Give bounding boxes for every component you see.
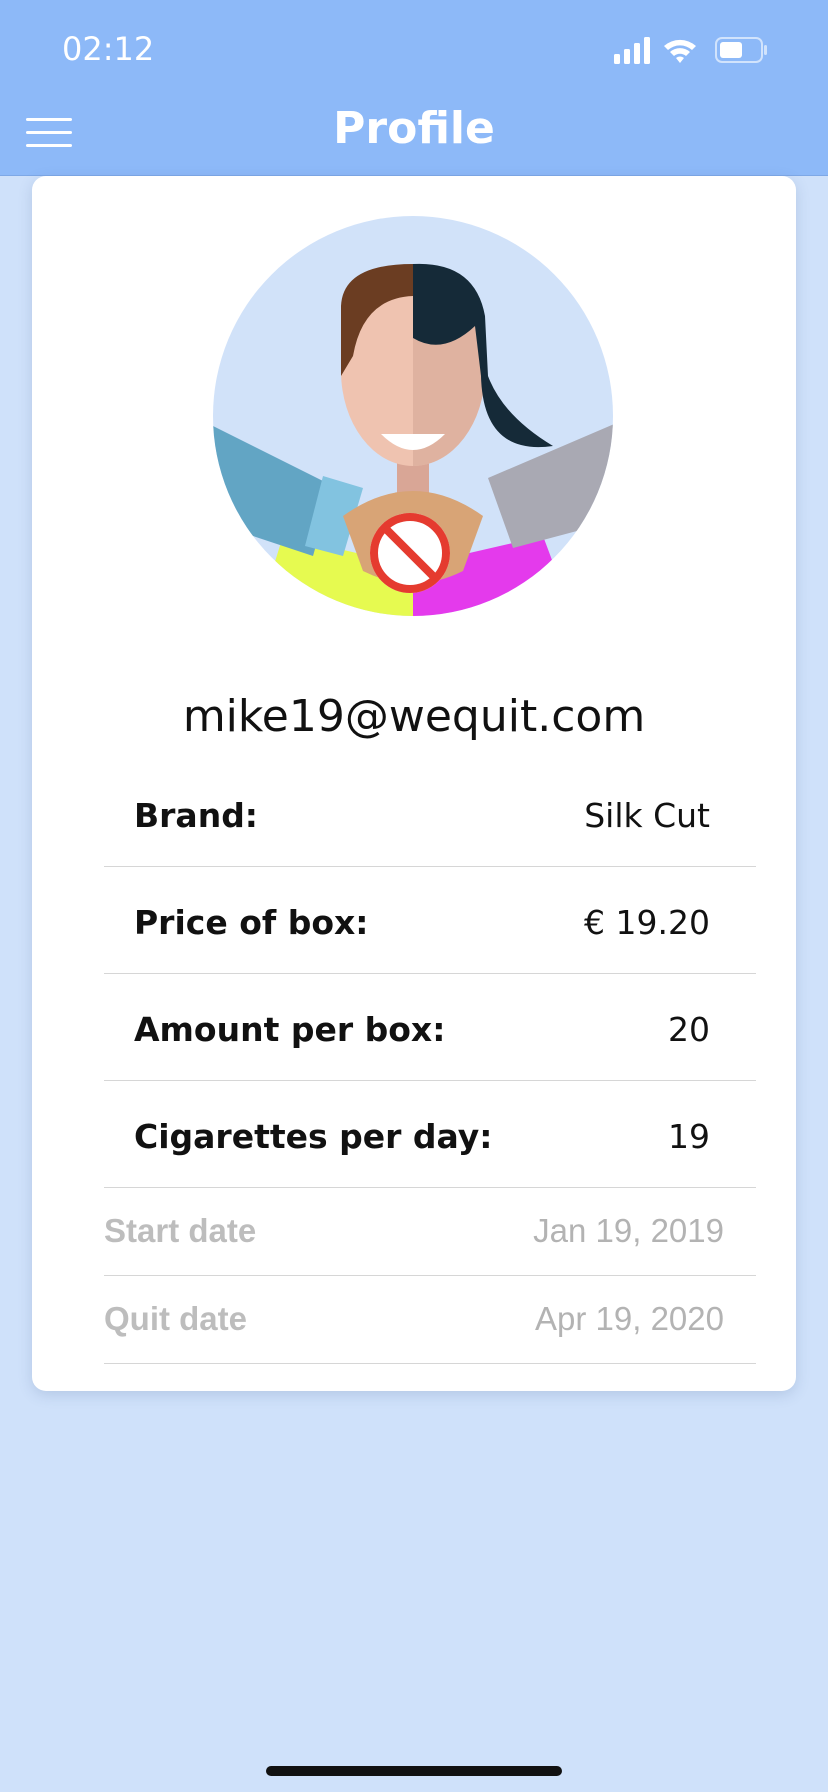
field-row-price: Price of box: € 19.20 (104, 867, 756, 974)
date-label: Quit date (104, 1300, 248, 1337)
signal-icon (614, 37, 650, 64)
page-title: Profile (333, 103, 495, 154)
field-label: Price of box: (134, 903, 369, 942)
user-email: mike19@wequit.com (182, 691, 646, 742)
battery-icon (715, 37, 767, 63)
quit-date-field[interactable]: Quit date Apr 19, 2020 (104, 1276, 756, 1364)
field-row-amount: Amount per box: 20 (104, 974, 756, 1081)
field-value: 19 (668, 1117, 710, 1156)
field-value: 20 (668, 1010, 710, 1049)
status-time: 02:12 (62, 30, 155, 68)
field-row-cigarettes: Cigarettes per day: 19 (104, 1081, 756, 1188)
app-header: 02:12 Profile (0, 0, 828, 176)
start-date-field[interactable]: Start date Jan 19, 2019 (104, 1188, 756, 1276)
home-indicator (266, 1766, 562, 1776)
status-icons (614, 37, 767, 64)
field-label: Amount per box: (134, 1010, 446, 1049)
field-value: Silk Cut (584, 796, 710, 835)
avatar (213, 216, 613, 616)
field-label: Cigarettes per day: (134, 1117, 493, 1156)
date-label: Start date (104, 1212, 257, 1249)
field-row-brand: Brand: Silk Cut (104, 760, 756, 867)
field-value: € 19.20 (584, 903, 710, 942)
field-label: Brand: (134, 796, 259, 835)
wifi-icon (664, 39, 696, 63)
profile-card: mike19@wequit.com Brand: Silk Cut Price … (32, 176, 796, 1391)
date-value: Jan 19, 2019 (533, 1212, 724, 1249)
date-value: Apr 19, 2020 (535, 1300, 724, 1337)
